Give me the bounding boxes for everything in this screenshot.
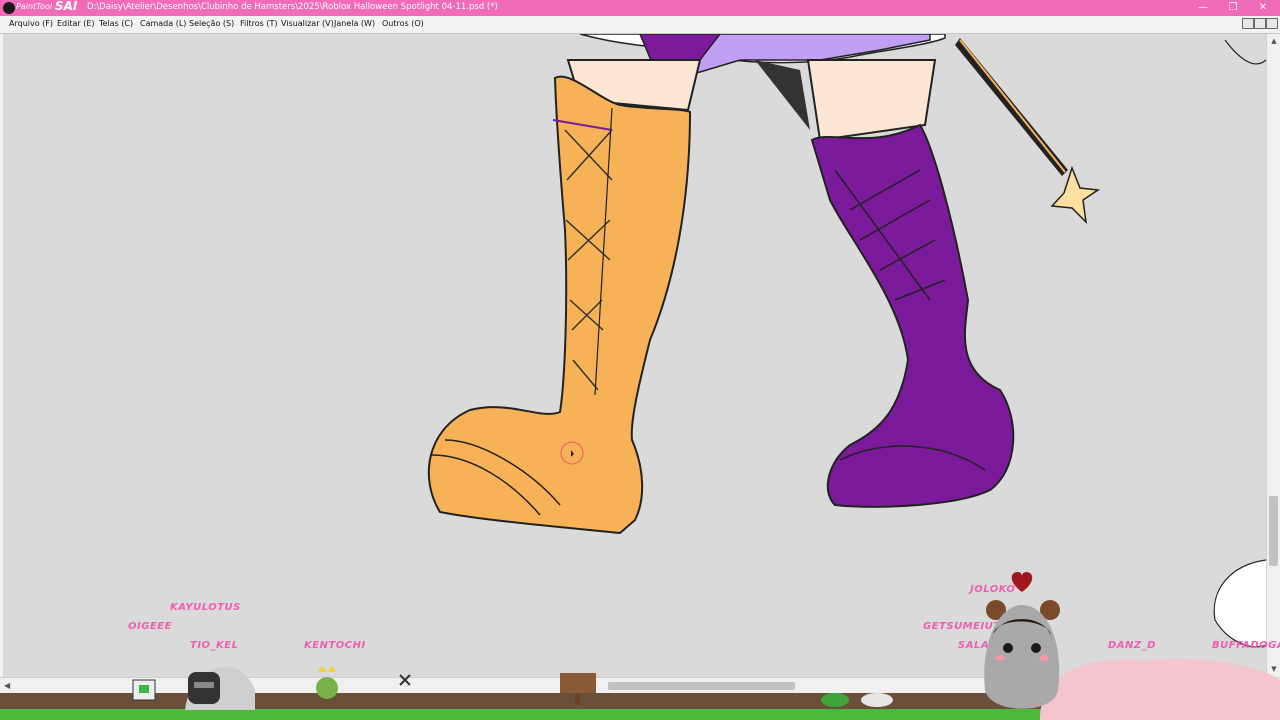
minimize-button[interactable]: —	[1188, 0, 1218, 16]
menu-bar: Arquivo (F) Editar (E) Telas (C) Camada …	[0, 16, 1280, 34]
ground-strip	[0, 693, 1280, 720]
menu-editar[interactable]: Editar (E)	[57, 19, 95, 28]
app-logo-big-text: SAI	[55, 0, 78, 13]
window-title: D:\Daisy\Atelier\Desenhos\Clubinho de Ha…	[87, 2, 498, 12]
bush-icon	[821, 693, 849, 707]
drawing-canvas[interactable]	[0, 34, 1266, 677]
scroll-up-icon[interactable]: ▲	[1270, 37, 1278, 45]
cloud-icon	[861, 693, 893, 707]
title-bar: PaintTool SAI D:\Daisy\Atelier\Desenhos\…	[0, 0, 1280, 16]
horizontal-scroll-thumb[interactable]	[608, 682, 795, 690]
app-logo-small-text: PaintTool	[16, 2, 53, 11]
menu-telas[interactable]: Telas (C)	[99, 19, 133, 28]
scroll-down-icon[interactable]: ▼	[1270, 665, 1278, 673]
menu-filtros[interactable]: Filtros (T)	[240, 19, 277, 28]
mdi-restore-button[interactable]	[1254, 18, 1266, 29]
menu-janela[interactable]: Janela (W)	[334, 19, 375, 28]
sketch-lines	[1213, 39, 1266, 648]
scroll-right-icon[interactable]: ▶	[1266, 681, 1272, 690]
restore-button[interactable]: ❐	[1218, 0, 1248, 16]
close-button[interactable]: ✕	[1248, 0, 1278, 16]
menu-visualizar[interactable]: Visualizar (V)	[281, 19, 334, 28]
purple-boot	[806, 59, 1015, 508]
menu-outros[interactable]: Outros (O)	[382, 19, 424, 28]
menu-selecao[interactable]: Seleção (S)	[189, 19, 234, 28]
artwork	[427, 34, 1266, 648]
mdi-close-button[interactable]	[1266, 18, 1278, 29]
orange-boot	[427, 59, 702, 535]
vertical-scrollbar[interactable]: ▲ ▼	[1266, 34, 1280, 677]
mdi-minimize-button[interactable]	[1242, 18, 1254, 29]
scroll-left-icon[interactable]: ◀	[4, 681, 10, 690]
app-icon	[3, 2, 15, 14]
app-logo: PaintTool SAI	[3, 0, 78, 15]
horizontal-scrollbar[interactable]: ◀ ▶	[0, 677, 1280, 694]
vertical-scroll-thumb[interactable]	[1269, 496, 1278, 566]
menu-camada[interactable]: Camada (L)	[140, 19, 186, 28]
menu-arquivo[interactable]: Arquivo (F)	[9, 19, 53, 28]
